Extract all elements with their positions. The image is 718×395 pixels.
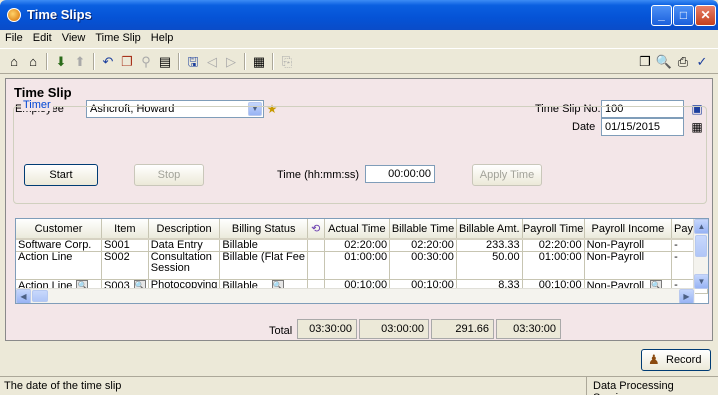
timer-group [13,106,707,204]
cell-payroll-time[interactable]: 01:00:00 [522,251,585,280]
app-icon [7,8,21,22]
scroll-thumb[interactable] [695,235,707,257]
record-button[interactable]: ♟ Record [641,349,711,371]
cell-billing-status[interactable]: Billable (Flat Fee [219,251,308,280]
cell-billable-amt[interactable]: 233.33 [456,239,523,252]
calculator-icon[interactable]: ▦ [250,53,268,70]
time-field[interactable]: 00:00:00 [365,165,435,183]
minimize-button[interactable]: _ [651,5,672,26]
section-title: Time Slip [14,85,72,100]
cell-payroll-income[interactable]: Non-Payroll [584,251,673,280]
cell-billable-amt[interactable]: 50.00 [456,251,523,280]
col-item[interactable]: Item [101,219,149,240]
col-billable-amt[interactable]: Billable Amt. [456,219,523,240]
scroll-up-icon[interactable]: ▲ [694,219,708,234]
window-title: Time Slips [27,7,92,22]
check-icon[interactable]: ✓ [693,53,711,70]
menu-time-slip[interactable]: Time Slip [90,30,145,46]
print-icon[interactable]: ⎙ [674,53,692,70]
total-billable-amt: 291.66 [431,319,494,339]
col-payroll-income[interactable]: Payroll Income [584,219,673,240]
cell-actual-time[interactable]: 01:00:00 [324,251,391,280]
menu-edit[interactable]: Edit [28,30,57,46]
cell-description[interactable]: Consultation Session [148,251,221,280]
menu-help[interactable]: Help [146,30,179,46]
time-slip-grid[interactable]: Customer Item Description Billing Status… [15,218,709,304]
scroll-right-icon[interactable]: ▶ [679,289,694,303]
save-icon[interactable]: 🖫 [184,53,202,70]
status-message: The date of the time slip [4,380,122,392]
window-icon[interactable]: ❐ [636,53,654,70]
col-billing-status[interactable]: Billing Status [219,219,308,240]
cell-billing-status[interactable]: Billable [219,239,308,252]
recurring-icon: ⟲ [311,223,321,235]
horizontal-scrollbar[interactable]: ◀ ▶ [16,288,695,303]
status-company: Data Processing Services [586,377,718,395]
cell-item[interactable]: S002 [101,251,149,280]
total-label: Total [269,325,293,337]
cell-payroll-income[interactable]: Non-Payroll [584,239,673,252]
record-label: Record [666,354,702,366]
maximize-button[interactable]: □ [673,5,694,26]
toolbar: ⌂ ⌂ ⬇ ⬆ ↶ ❐ ⚲ ▤ 🖫 ◁ ▷ ▦ ⎘ ❐ 🔍 ⎙ ✓ [0,48,718,74]
undo-icon[interactable]: ↶ [99,53,117,70]
next-icon: ▷ [226,54,236,69]
scroll-thumb[interactable] [32,290,48,302]
prev-icon: ◁ [207,54,217,69]
title-bar: Time Slips _ □ ✕ [0,0,718,30]
report-icon: ⎘ [281,54,293,69]
table-row[interactable]: Action Line S002 Consultation Session Bi… [16,251,708,280]
stop-button: Stop [134,164,204,186]
grid-header: Customer Item Description Billing Status… [16,219,708,240]
scroll-left-icon[interactable]: ◀ [16,289,31,303]
cell-recur[interactable] [307,251,325,280]
menu-view[interactable]: View [57,30,91,46]
cell-recur[interactable] [307,239,325,252]
col-customer[interactable]: Customer [16,219,103,240]
export-icon: ⬆ [74,54,86,69]
scroll-down-icon[interactable]: ▼ [694,274,708,289]
col-billable-time[interactable]: Billable Time [389,219,457,240]
total-payroll-time: 03:30:00 [496,319,561,339]
filter-icon: ⚲ [141,54,151,69]
timer-label: Timer [21,99,53,111]
menu-bar: File Edit View Time Slip Help [0,30,718,48]
close-button[interactable]: ✕ [695,5,716,26]
cell-customer[interactable]: Software Corp. [16,239,103,252]
apply-time-button: Apply Time [472,164,542,186]
cell-billable-time[interactable]: 02:20:00 [389,239,457,252]
col-payroll-time[interactable]: Payroll Time [522,219,585,240]
cell-payroll-time[interactable]: 02:20:00 [522,239,585,252]
col-recur[interactable]: ⟲ [307,219,325,240]
cell-billable-time[interactable]: 00:30:00 [389,251,457,280]
preview-icon[interactable]: 🔍 [655,53,673,70]
status-bar: The date of the time slip Data Processin… [0,376,718,395]
cell-description[interactable]: Data Entry [148,239,221,252]
cell-item[interactable]: S001 [101,239,149,252]
home-icon[interactable]: ⌂ [5,53,23,70]
home-alt-icon[interactable]: ⌂ [24,53,42,70]
total-billable-time: 03:00:00 [359,319,429,339]
note-icon[interactable]: ▤ [156,53,174,70]
start-button[interactable]: Start [24,164,98,186]
import-icon[interactable]: ⬇ [52,53,70,70]
time-label: Time (hh:mm:ss) [277,169,360,181]
copy-icon[interactable]: ❐ [118,53,136,70]
cell-actual-time[interactable]: 02:20:00 [324,239,391,252]
vertical-scrollbar[interactable]: ▲ ▼ [693,219,708,289]
col-actual-time[interactable]: Actual Time [324,219,391,240]
cell-customer[interactable]: Action Line [16,251,103,280]
total-actual-time: 03:30:00 [297,319,357,339]
table-row[interactable]: Software Corp. S001 Data Entry Billable … [16,239,708,252]
col-description[interactable]: Description [148,219,221,240]
stamp-icon: ♟ [648,352,660,367]
menu-file[interactable]: File [0,30,28,46]
